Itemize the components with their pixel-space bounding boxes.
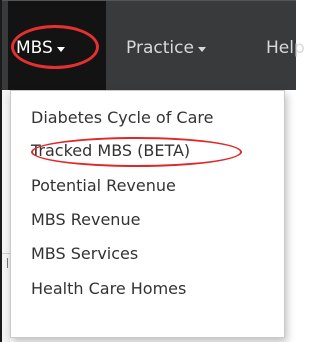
menu-item-diabetes-cycle-of-care[interactable]: Diabetes Cycle of Care [31, 108, 213, 127]
menu-item-potential-revenue[interactable]: Potential Revenue [31, 176, 176, 195]
menu-item-health-care-homes[interactable]: Health Care Homes [31, 279, 186, 298]
caret-down-icon [197, 46, 206, 52]
mbs-dropdown-menu: Diabetes Cycle of Care Tracked MBS (BETA… [10, 90, 285, 338]
background-page-edge [2, 90, 10, 342]
nav-item-practice[interactable]: Practice [126, 36, 206, 60]
background-text-cursor [7, 258, 8, 268]
nav-item-practice-label: Practice [126, 38, 194, 58]
background-divider [2, 253, 10, 254]
menu-item-mbs-services[interactable]: MBS Services [31, 244, 138, 263]
nav-item-help-label: Help [266, 38, 305, 58]
nav-item-mbs-label: MBS [16, 38, 53, 58]
caret-down-icon [56, 46, 65, 52]
menu-item-mbs-revenue[interactable]: MBS Revenue [31, 210, 140, 229]
menu-item-tracked-mbs[interactable]: Tracked MBS (BETA) [31, 141, 190, 160]
top-navbar: MBS Practice Help [2, 0, 305, 90]
nav-item-help[interactable]: Help [266, 36, 305, 60]
nav-item-mbs[interactable]: MBS [16, 36, 65, 60]
